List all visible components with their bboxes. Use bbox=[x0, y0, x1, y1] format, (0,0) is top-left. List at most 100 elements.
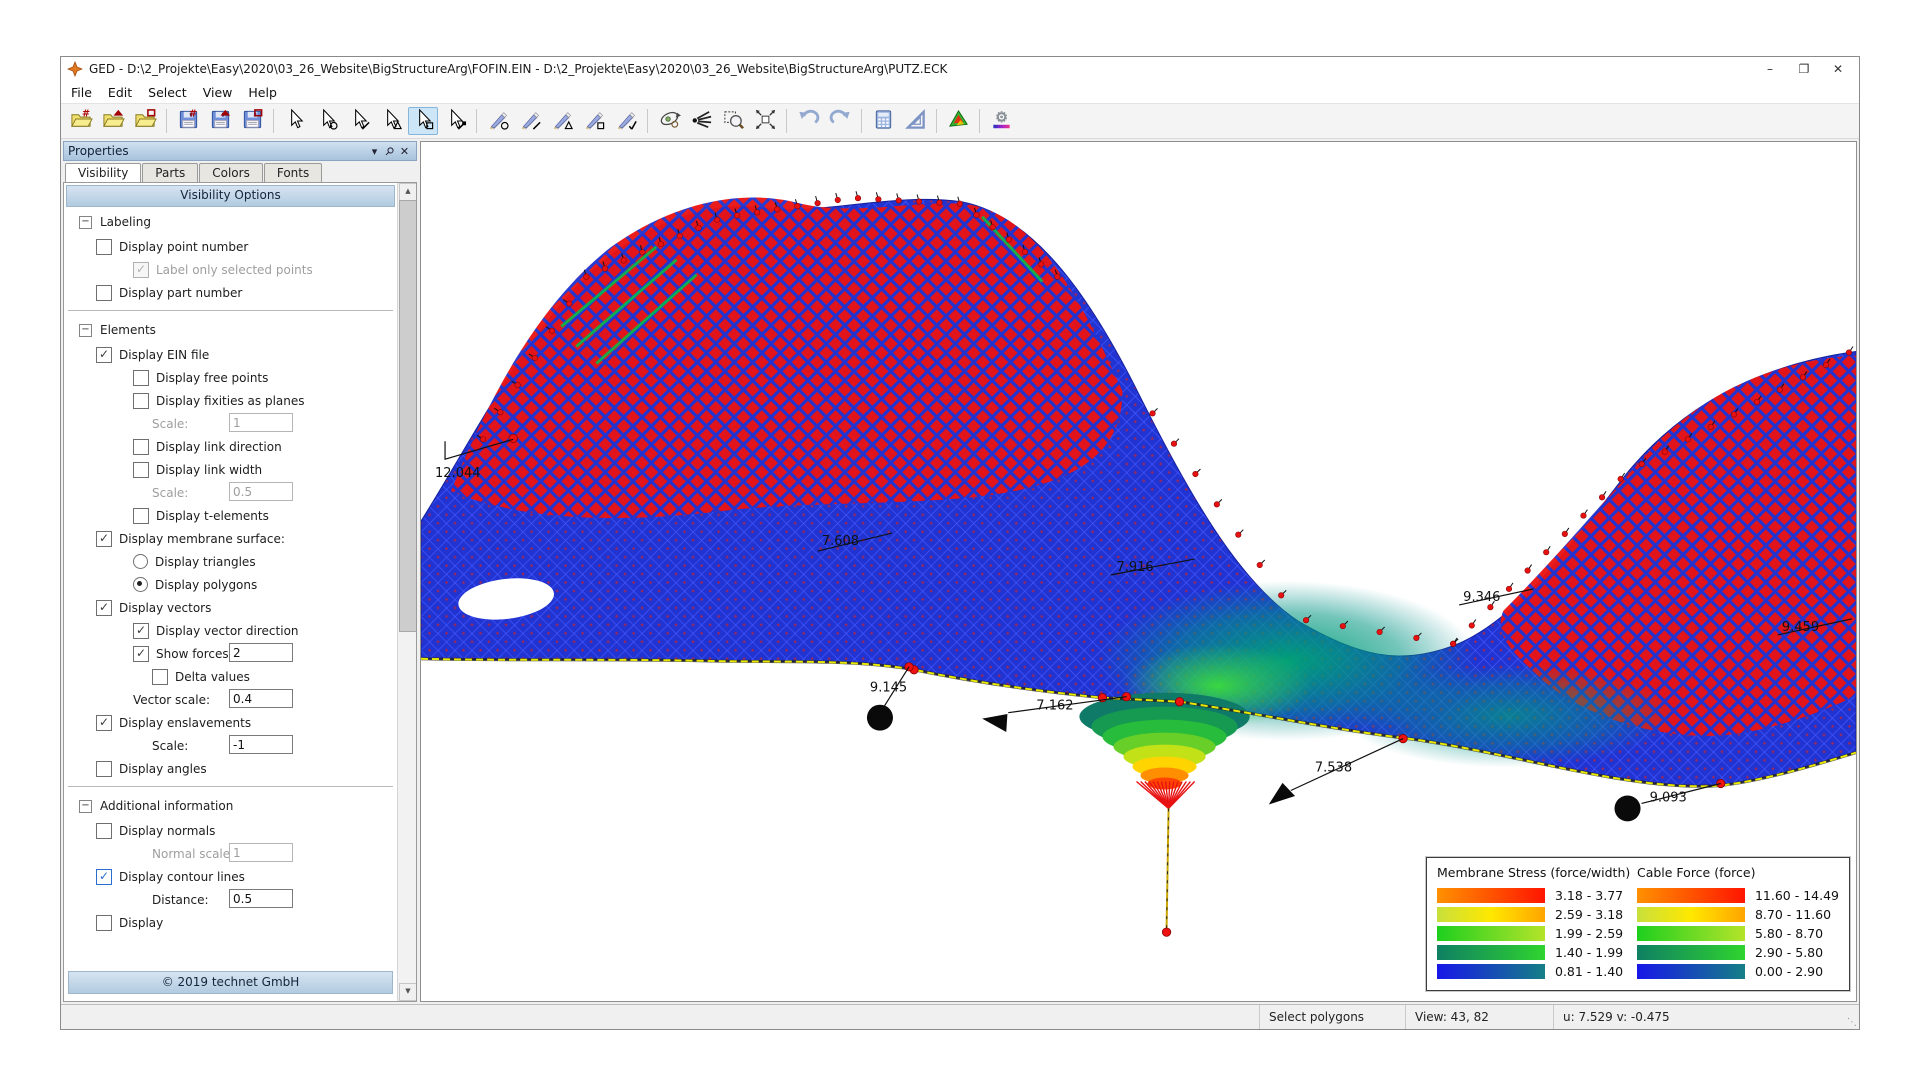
checkbox-display-normals[interactable] bbox=[96, 823, 112, 839]
open-triangle-button[interactable] bbox=[98, 107, 128, 135]
close-icon[interactable]: ✕ bbox=[397, 145, 412, 158]
minimize-icon[interactable]: – bbox=[1753, 59, 1787, 79]
select-polygons-button[interactable] bbox=[408, 107, 438, 135]
checkbox-display-enslavements[interactable]: ✓ bbox=[96, 715, 112, 731]
checkbox-display-free-points[interactable] bbox=[133, 370, 149, 386]
checkbox-display-angles[interactable] bbox=[96, 761, 112, 777]
viewport-canvas[interactable]: 12.0447.6087.9169.3469.4599.1457.1627.53… bbox=[420, 141, 1857, 1002]
draw-link-button[interactable] bbox=[515, 107, 545, 135]
visibility-tree: −LabelingDisplay point number✓Label only… bbox=[64, 209, 397, 1001]
title-bar: GED - D:\2_Projekte\Easy\2020\03_26_Webs… bbox=[61, 57, 1859, 81]
close-icon[interactable]: ✕ bbox=[1821, 59, 1855, 79]
legend-row: 1.99 - 2.59 bbox=[1437, 924, 1637, 943]
checkbox-display-vectors[interactable]: ✓ bbox=[96, 600, 112, 616]
checkbox-display-contour-lines[interactable]: ✓ bbox=[96, 869, 112, 885]
pencil-triangle-icon bbox=[550, 108, 575, 134]
menu-select[interactable]: Select bbox=[140, 83, 195, 102]
select-points-button[interactable] bbox=[312, 107, 342, 135]
field-distance[interactable] bbox=[229, 889, 293, 908]
collapse-icon[interactable]: − bbox=[79, 216, 92, 229]
section-divider bbox=[68, 786, 393, 787]
field-vector-scale[interactable] bbox=[229, 689, 293, 708]
open-model-button[interactable]: # bbox=[66, 107, 96, 135]
force-label: 7.608 bbox=[822, 534, 859, 549]
settings-button[interactable]: ⚙ bbox=[986, 107, 1016, 135]
save-square-button[interactable] bbox=[237, 107, 267, 135]
select-triangles-button[interactable] bbox=[376, 107, 406, 135]
tab-colors[interactable]: Colors bbox=[199, 163, 263, 182]
scroll-thumb[interactable] bbox=[399, 200, 417, 632]
membrane-view-button[interactable] bbox=[943, 107, 973, 135]
app-icon bbox=[67, 61, 85, 77]
scroll-up-icon[interactable]: ▲ bbox=[399, 183, 417, 201]
redo-button[interactable] bbox=[825, 107, 855, 135]
panel-header: Properties ▾ ⚲ ✕ bbox=[63, 141, 417, 161]
checkbox-display-t-elements[interactable] bbox=[133, 508, 149, 524]
checkbox-display-part-number[interactable] bbox=[96, 285, 112, 301]
toolbar-separator bbox=[786, 109, 787, 133]
scroll-down-icon[interactable]: ▼ bbox=[399, 983, 417, 1001]
maximize-icon[interactable]: ❐ bbox=[1787, 59, 1821, 79]
draw-point-button[interactable] bbox=[483, 107, 513, 135]
select-element-button[interactable] bbox=[440, 107, 470, 135]
radio-label: Display triangles bbox=[155, 555, 256, 569]
radio-display-triangles[interactable] bbox=[133, 554, 148, 569]
checkbox-show-forces[interactable]: ✓ bbox=[133, 646, 149, 662]
field-label: Scale: bbox=[152, 417, 188, 431]
row-display-contour-lines: ✓Display contour lines bbox=[64, 865, 397, 888]
field-show-forces[interactable] bbox=[229, 643, 293, 662]
checkbox-display-point-number[interactable] bbox=[96, 239, 112, 255]
draw-edit-button[interactable] bbox=[611, 107, 641, 135]
field-scale[interactable] bbox=[229, 735, 293, 754]
select-links-button[interactable] bbox=[344, 107, 374, 135]
measure-button[interactable] bbox=[900, 107, 930, 135]
checkbox-display-vector-direction[interactable]: ✓ bbox=[133, 623, 149, 639]
field-scale[interactable] bbox=[229, 413, 293, 432]
draw-triangle-button[interactable] bbox=[547, 107, 577, 135]
row-display-triangles: Display triangles bbox=[64, 550, 397, 573]
open-square-button[interactable] bbox=[130, 107, 160, 135]
zoom-window-button[interactable] bbox=[718, 107, 748, 135]
panel-scrollbar[interactable]: ▲ ▼ bbox=[397, 183, 416, 1001]
select-cursor-button[interactable] bbox=[280, 107, 310, 135]
draw-polygon-button[interactable] bbox=[579, 107, 609, 135]
resize-grip-icon[interactable]: ⋱ bbox=[1841, 1005, 1859, 1029]
checkbox-label: Display link direction bbox=[156, 440, 282, 454]
group-elements: −Elements bbox=[64, 317, 397, 343]
legend-range: 2.90 - 5.80 bbox=[1755, 945, 1823, 960]
save-triangle-button[interactable] bbox=[205, 107, 235, 135]
toolbar-separator bbox=[647, 109, 648, 133]
legend-gradient-bar bbox=[1637, 964, 1745, 979]
checkbox-delta-values[interactable] bbox=[152, 669, 168, 685]
zoom-extents-button[interactable] bbox=[750, 107, 780, 135]
legend-row: 1.40 - 1.99 bbox=[1437, 943, 1637, 962]
field-normal-scale[interactable] bbox=[229, 843, 293, 862]
checkbox-display-fixities-as-planes[interactable] bbox=[133, 393, 149, 409]
legend-range: 0.00 - 2.90 bbox=[1755, 964, 1823, 979]
menu-file[interactable]: File bbox=[63, 83, 100, 102]
checkbox-display-ein-file[interactable]: ✓ bbox=[96, 347, 112, 363]
collapse-icon[interactable]: − bbox=[79, 324, 92, 337]
legend-range: 1.99 - 2.59 bbox=[1555, 926, 1623, 941]
menu-help[interactable]: Help bbox=[240, 83, 285, 102]
checkbox-display-membrane-surface[interactable]: ✓ bbox=[96, 531, 112, 547]
menu-edit[interactable]: Edit bbox=[100, 83, 140, 102]
collapse-icon[interactable]: − bbox=[79, 800, 92, 813]
calculator-button[interactable] bbox=[868, 107, 898, 135]
force-label: 7.162 bbox=[1036, 699, 1073, 714]
save-model-button[interactable]: # bbox=[173, 107, 203, 135]
checkbox-display-link-direction[interactable] bbox=[133, 439, 149, 455]
checkbox-display-link-width[interactable] bbox=[133, 462, 149, 478]
tab-fonts[interactable]: Fonts bbox=[264, 163, 322, 182]
radio-display-polygons[interactable] bbox=[133, 577, 148, 592]
field-scale[interactable] bbox=[229, 482, 293, 501]
row-scale: Scale: bbox=[64, 412, 397, 435]
light-rays-button[interactable] bbox=[686, 107, 716, 135]
checkbox-display[interactable] bbox=[96, 915, 112, 931]
tab-parts[interactable]: Parts bbox=[142, 163, 198, 182]
menu-view[interactable]: View bbox=[195, 83, 241, 102]
checkbox-label-only-selected-points[interactable]: ✓ bbox=[133, 262, 149, 278]
tab-visibility[interactable]: Visibility bbox=[65, 163, 141, 183]
orbit-view-button[interactable] bbox=[654, 107, 684, 135]
undo-button[interactable] bbox=[793, 107, 823, 135]
